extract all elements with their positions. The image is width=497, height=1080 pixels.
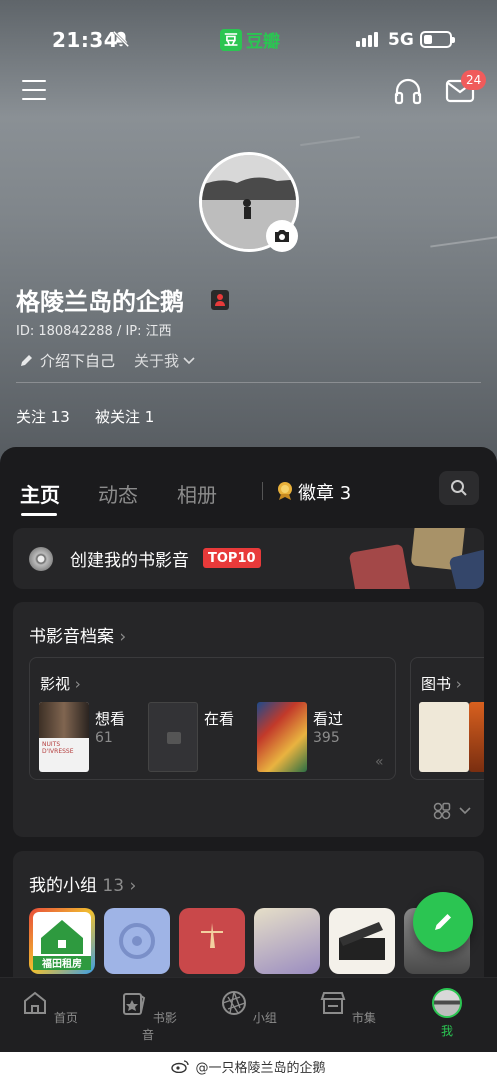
wish-count: 61 [95,730,113,746]
chevron-right-icon: › [74,675,81,693]
group-avatar[interactable] [179,908,245,974]
wish-label[interactable]: 想看 [95,708,125,729]
headphone-icon[interactable] [393,76,423,106]
nav-market[interactable]: 市集 [317,988,377,1026]
group-avatar[interactable] [329,908,395,974]
book-cover[interactable] [469,702,484,772]
tab-home[interactable]: 主页 [20,479,60,508]
edit-intro-button[interactable]: 介绍下自己 [18,350,115,371]
create-card-title: 创建我的书影音 [70,551,189,571]
compose-button[interactable] [413,892,473,952]
weibo-icon [171,1060,190,1073]
home-icon [24,991,47,1014]
status-bar: 21:34 豆 豆瓣 5G [0,22,497,58]
watched-label[interactable]: 看过 [313,708,343,729]
store-icon [320,992,346,1014]
top10-tag: TOP10 [203,548,261,568]
collapse-icon[interactable]: « [375,754,384,770]
watching-label[interactable]: 在看 [204,708,234,729]
watermark: @一只格陵兰岛的企鹅 [0,1052,497,1080]
user-id-line: ID: 180842288 / IP: 江西 [16,324,172,339]
watched-poster[interactable] [257,702,307,772]
nav-group[interactable]: 小组 [218,988,278,1026]
movies-title: 影视 › [40,675,81,693]
group-label: 福田租房 [41,957,82,970]
followers-count[interactable]: 被关注 1 [95,406,154,427]
chevron-down-icon [183,356,195,364]
avatar [432,988,462,1018]
layout-toggle[interactable] [433,802,471,820]
books-title: 图书 › [421,675,462,693]
network-type: 5G [388,30,414,50]
heart-card-decoration [348,543,412,589]
box-icon [167,732,181,744]
disc-icon [29,547,53,571]
search-icon [451,480,467,496]
tab-activity[interactable]: 动态 [98,479,138,508]
status-time: 21:34 [52,28,119,52]
active-tab-indicator [21,513,57,516]
medal-icon [278,482,292,500]
mail-badge: 24 [461,70,487,90]
chevron-right-icon: › [119,627,127,647]
media-archive-card: 书影音档案 › 影视 › NUITS D'IVRESSE 想看 61 在看 看过… [13,602,484,837]
nav-me[interactable]: 我 [417,988,477,1039]
group-icon [222,991,247,1015]
book-cover[interactable] [419,702,469,772]
wish-poster[interactable]: NUITS D'IVRESSE [39,702,89,772]
groups-title-link[interactable]: 我的小组 13 › [29,871,136,896]
grid-icon [433,802,451,820]
group-avatar[interactable] [254,908,320,974]
create-top10-card[interactable]: 创建我的书影音 TOP10 [13,528,484,589]
archive-title-link[interactable]: 书影音档案 › [29,622,126,647]
chevron-right-icon: › [455,675,462,693]
movies-archive[interactable]: 影视 › NUITS D'IVRESSE 想看 61 在看 看过 395 « [29,657,396,780]
tab-album[interactable]: 相册 [177,479,217,508]
bell-muted-icon [112,30,130,48]
signal-icon [356,32,378,47]
tab-badges[interactable]: 徽章 3 [298,479,351,505]
group-avatar[interactable]: 福田租房 [29,908,95,974]
about-me-button[interactable]: 关于我 [134,350,195,371]
pencil-icon [21,354,32,366]
chevron-down-icon [459,807,471,815]
following-count[interactable]: 关注 13 [16,406,70,427]
group-avatar[interactable] [104,908,170,974]
books-archive[interactable]: 图书 › [410,657,484,780]
nav-home[interactable]: 首页 [19,988,79,1026]
user-badge-icon [211,290,229,310]
watched-count: 395 [313,730,340,746]
change-avatar-button[interactable] [266,220,298,252]
camera-icon [275,230,289,242]
battery-icon [420,31,455,48]
pencil-icon [435,914,451,930]
search-button[interactable] [439,471,479,505]
douban-logo: 豆 豆瓣 [220,27,280,52]
watching-placeholder[interactable] [148,702,198,772]
divider [16,382,481,383]
username: 格陵兰岛的企鹅 [16,288,184,316]
profile-tabs: 主页 动态 相册 徽章 3 [0,447,497,527]
tab-separator [262,482,263,500]
bottom-navigation: 首页 书影音 小组 市集 我 [0,977,497,1052]
nav-media[interactable]: 书影音 [118,988,178,1043]
menu-icon[interactable] [22,80,46,102]
chevron-right-icon: › [129,876,137,896]
media-icon [123,993,146,1015]
